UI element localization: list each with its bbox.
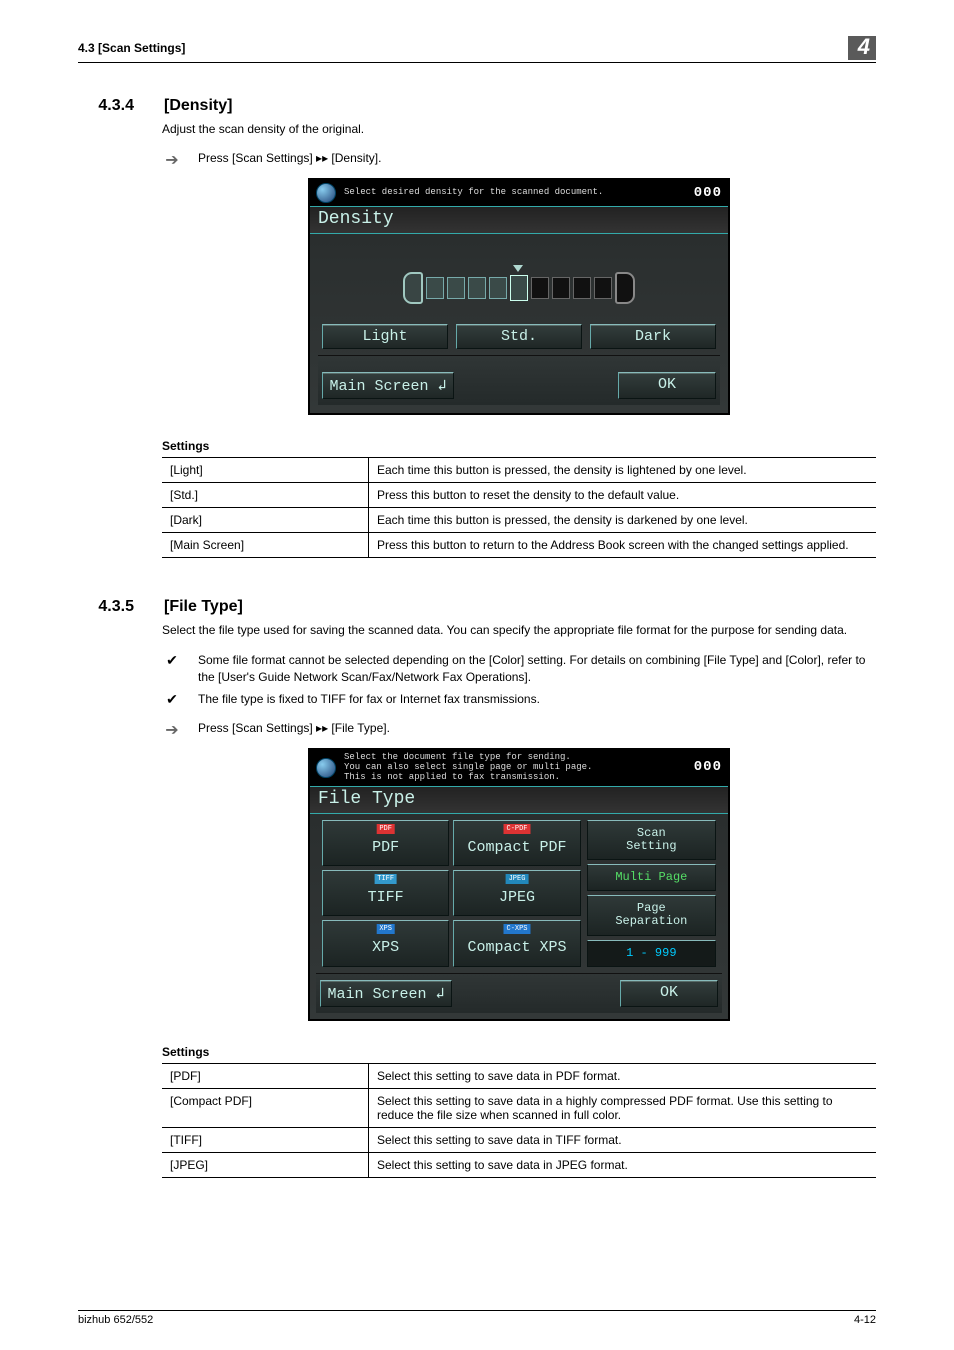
- filetype-settings-table: [PDF]Select this setting to save data in…: [162, 1063, 876, 1178]
- table-row: [PDF]Select this setting to save data in…: [162, 1063, 876, 1088]
- density-step: Press [Scan Settings] ▸▸ [Density].: [198, 150, 381, 167]
- filetype-shot-title: File Type: [310, 786, 728, 814]
- section-number-435: 4.3.5: [78, 598, 134, 616]
- compact-xps-button[interactable]: C-XPSCompact XPS: [453, 920, 580, 966]
- ok-button[interactable]: OK: [620, 980, 718, 1007]
- arrow-icon: ➔: [162, 150, 182, 170]
- main-screen-button[interactable]: Main Screen ↲: [320, 980, 452, 1007]
- page-range-display: 1 - 999: [587, 940, 716, 967]
- arrow-icon: ➔: [162, 720, 182, 740]
- density-screenshot: Select desired density for the scanned d…: [308, 178, 730, 415]
- table-row: [TIFF]Select this setting to save data i…: [162, 1127, 876, 1152]
- globe-icon: [316, 183, 336, 203]
- globe-icon: [316, 758, 336, 778]
- filetype-settings-label: Settings: [162, 1045, 876, 1059]
- footer-model: bizhub 652/552: [78, 1314, 153, 1326]
- filetype-step: Press [Scan Settings] ▸▸ [File Type].: [198, 720, 390, 737]
- filetype-shot-msg: Select the document file type for sendin…: [344, 753, 686, 783]
- table-row: [Compact PDF]Select this setting to save…: [162, 1088, 876, 1127]
- section-title-filetype: [File Type]: [164, 598, 243, 616]
- check-icon: ✔: [162, 691, 182, 708]
- density-shot-msg: Select desired density for the scanned d…: [344, 188, 686, 198]
- main-screen-button[interactable]: Main Screen ↲: [322, 372, 454, 399]
- density-shot-counter: 000: [694, 186, 722, 201]
- compact-pdf-button[interactable]: C-PDFCompact PDF: [453, 820, 580, 866]
- table-row: [Std.]Press this button to reset the den…: [162, 483, 876, 508]
- light-button[interactable]: Light: [322, 324, 448, 349]
- table-row: [Dark]Each time this button is pressed, …: [162, 508, 876, 533]
- section-title-density: [Density]: [164, 97, 232, 115]
- filetype-shot-counter: 000: [694, 760, 722, 775]
- filetype-note2: The file type is fixed to TIFF for fax o…: [198, 691, 540, 708]
- footer-page: 4-12: [854, 1314, 876, 1326]
- table-row: [Light]Each time this button is pressed,…: [162, 458, 876, 483]
- jpeg-button[interactable]: JPEGJPEG: [453, 870, 580, 916]
- header-left: 4.3 [Scan Settings]: [78, 41, 185, 55]
- tiff-button[interactable]: TIFFTIFF: [322, 870, 449, 916]
- page-separation-button[interactable]: Page Separation: [587, 895, 716, 935]
- density-settings-table: [Light]Each time this button is pressed,…: [162, 457, 876, 558]
- density-slider[interactable]: [318, 248, 720, 324]
- density-intro: Adjust the scan density of the original.: [162, 121, 876, 138]
- density-settings-label: Settings: [162, 439, 876, 453]
- filetype-intro: Select the file type used for saving the…: [162, 622, 876, 639]
- density-shot-title: Density: [310, 206, 728, 234]
- dark-button[interactable]: Dark: [590, 324, 716, 349]
- check-icon: ✔: [162, 652, 182, 669]
- filetype-note1: Some file format cannot be selected depe…: [198, 652, 876, 687]
- scan-setting-button[interactable]: Scan Setting: [587, 820, 716, 860]
- filetype-screenshot: Select the document file type for sendin…: [308, 748, 730, 1021]
- xps-button[interactable]: XPSXPS: [322, 920, 449, 966]
- std-button[interactable]: Std.: [456, 324, 582, 349]
- table-row: [JPEG]Select this setting to save data i…: [162, 1152, 876, 1177]
- table-row: [Main Screen]Press this button to return…: [162, 533, 876, 558]
- header-chapter: 4: [848, 36, 876, 60]
- multi-page-button[interactable]: Multi Page: [587, 864, 716, 891]
- section-number-434: 4.3.4: [78, 97, 134, 115]
- pdf-button[interactable]: PDFPDF: [322, 820, 449, 866]
- ok-button[interactable]: OK: [618, 372, 716, 399]
